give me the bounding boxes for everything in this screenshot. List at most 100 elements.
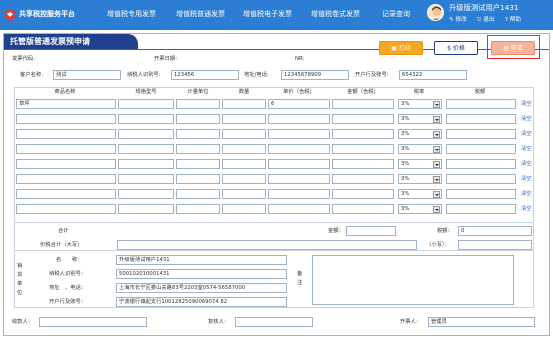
item-spec-input[interactable]: [118, 129, 174, 139]
tax-rate-select[interactable]: 3%: [398, 174, 442, 184]
print-button[interactable]: ▣ 打印: [379, 41, 423, 55]
item-tax-input[interactable]: [446, 159, 516, 169]
tax-rate-select[interactable]: 3%: [398, 144, 442, 154]
item-amount-input[interactable]: [332, 189, 394, 199]
tax-rate-select[interactable]: 3%: [398, 189, 442, 199]
item-qty-input[interactable]: [222, 174, 266, 184]
item-unit-input[interactable]: [176, 159, 220, 169]
item-price-input[interactable]: [268, 204, 330, 214]
item-unit-input[interactable]: [176, 204, 220, 214]
item-name-input[interactable]: 草坪: [16, 99, 116, 109]
buyer-bank-input[interactable]: 654322: [399, 70, 467, 80]
apply-button[interactable]: ▤ 申请: [491, 41, 535, 55]
item-spec-input[interactable]: [118, 174, 174, 184]
drawer-input[interactable]: 管理员: [428, 317, 535, 327]
item-tax-input[interactable]: [446, 144, 516, 154]
item-name-input[interactable]: [16, 129, 116, 139]
clear-row-link[interactable]: 清空: [521, 174, 532, 184]
buyer-addr-input[interactable]: 12345678909: [281, 70, 349, 80]
item-qty-input[interactable]: [222, 114, 266, 124]
total-tax-value: 0: [458, 226, 532, 236]
item-price-input[interactable]: [268, 174, 330, 184]
item-spec-input[interactable]: [118, 159, 174, 169]
clear-row-link[interactable]: 清空: [521, 144, 532, 154]
clear-row-link[interactable]: 清空: [521, 189, 532, 199]
item-amount-input[interactable]: [332, 204, 394, 214]
col-header-rate: 税率: [413, 89, 425, 95]
clear-row-link[interactable]: 清空: [521, 99, 532, 109]
item-qty-input[interactable]: [222, 129, 266, 139]
item-price-input[interactable]: [268, 144, 330, 154]
item-amount-input[interactable]: [332, 174, 394, 184]
remark-textarea[interactable]: [312, 255, 514, 305]
clear-row-link[interactable]: 清空: [521, 114, 532, 124]
item-name-input[interactable]: [16, 174, 116, 184]
tax-rate-select[interactable]: 3%: [398, 129, 442, 139]
item-name-input[interactable]: [16, 159, 116, 169]
logout-link[interactable]: ⎋ 退出: [477, 15, 494, 24]
nav-records[interactable]: 记录查询: [382, 9, 410, 19]
nav-vat-electronic[interactable]: 增值税电子发票: [243, 9, 292, 19]
buyer-tax-input[interactable]: 123456: [171, 70, 239, 80]
item-unit-input[interactable]: [176, 114, 220, 124]
item-tax-input[interactable]: [446, 99, 516, 109]
item-unit-input[interactable]: [176, 174, 220, 184]
item-qty-input[interactable]: [222, 204, 266, 214]
item-amount-input[interactable]: [332, 159, 394, 169]
item-spec-input[interactable]: [118, 144, 174, 154]
item-price-input[interactable]: [268, 159, 330, 169]
nav-vat-normal[interactable]: 增值税普通发票: [176, 9, 225, 19]
item-name-input[interactable]: [16, 114, 116, 124]
clear-row-link[interactable]: 清空: [521, 129, 532, 139]
table-row: 3% 清空: [0, 159, 553, 169]
item-price-input[interactable]: [268, 129, 330, 139]
help-link[interactable]: ? 帮助: [505, 15, 521, 23]
item-unit-input[interactable]: [176, 144, 220, 154]
item-qty-input[interactable]: [222, 99, 266, 109]
item-name-input[interactable]: [16, 204, 116, 214]
item-spec-input[interactable]: [118, 99, 174, 109]
help-label: 帮助: [509, 17, 521, 23]
item-unit-input[interactable]: [176, 129, 220, 139]
edit-link[interactable]: ✎ 修改: [449, 15, 467, 23]
tax-rate-select[interactable]: 3%: [398, 204, 442, 214]
item-unit-input[interactable]: [176, 99, 220, 109]
item-qty-input[interactable]: [222, 189, 266, 199]
item-tax-input[interactable]: [446, 174, 516, 184]
nav-vat-roll[interactable]: 增值税卷式发票: [311, 9, 360, 19]
item-name-input[interactable]: [16, 144, 116, 154]
item-tax-input[interactable]: [446, 204, 516, 214]
item-price-input[interactable]: 6: [268, 99, 330, 109]
item-tax-input[interactable]: [446, 129, 516, 139]
price-button[interactable]: $ 价格: [434, 41, 478, 55]
payee-input[interactable]: [39, 317, 147, 327]
tax-rate-select[interactable]: 3%: [398, 159, 442, 169]
item-qty-input[interactable]: [222, 159, 266, 169]
item-amount-input[interactable]: [332, 114, 394, 124]
item-tax-input[interactable]: [446, 189, 516, 199]
item-price-input[interactable]: [268, 189, 330, 199]
item-amount-input[interactable]: [332, 129, 394, 139]
item-tax-input[interactable]: [446, 114, 516, 124]
reviewer-input[interactable]: [235, 317, 313, 327]
item-name-input[interactable]: [16, 189, 116, 199]
item-price-input[interactable]: [268, 114, 330, 124]
item-spec-input[interactable]: [118, 189, 174, 199]
tax-rate-select[interactable]: 3%: [398, 99, 442, 109]
chevron-down-icon: [433, 131, 440, 138]
buyer-name-input[interactable]: 测试: [53, 70, 121, 80]
chevron-down-icon: [433, 206, 440, 213]
item-amount-input[interactable]: [332, 144, 394, 154]
item-unit-input[interactable]: [176, 189, 220, 199]
nav-vat-special[interactable]: 增值税专用发票: [107, 9, 156, 19]
item-amount-input[interactable]: [332, 99, 394, 109]
item-spec-input[interactable]: [118, 114, 174, 124]
item-spec-input[interactable]: [118, 204, 174, 214]
item-qty-input[interactable]: [222, 144, 266, 154]
clear-row-link[interactable]: 清空: [521, 204, 532, 214]
table-row: 3% 清空: [0, 129, 553, 139]
clear-row-link[interactable]: 清空: [521, 159, 532, 169]
tax-rate-select[interactable]: 3%: [398, 114, 442, 124]
edit-label: 修改: [455, 17, 467, 23]
avatar[interactable]: [427, 4, 444, 21]
